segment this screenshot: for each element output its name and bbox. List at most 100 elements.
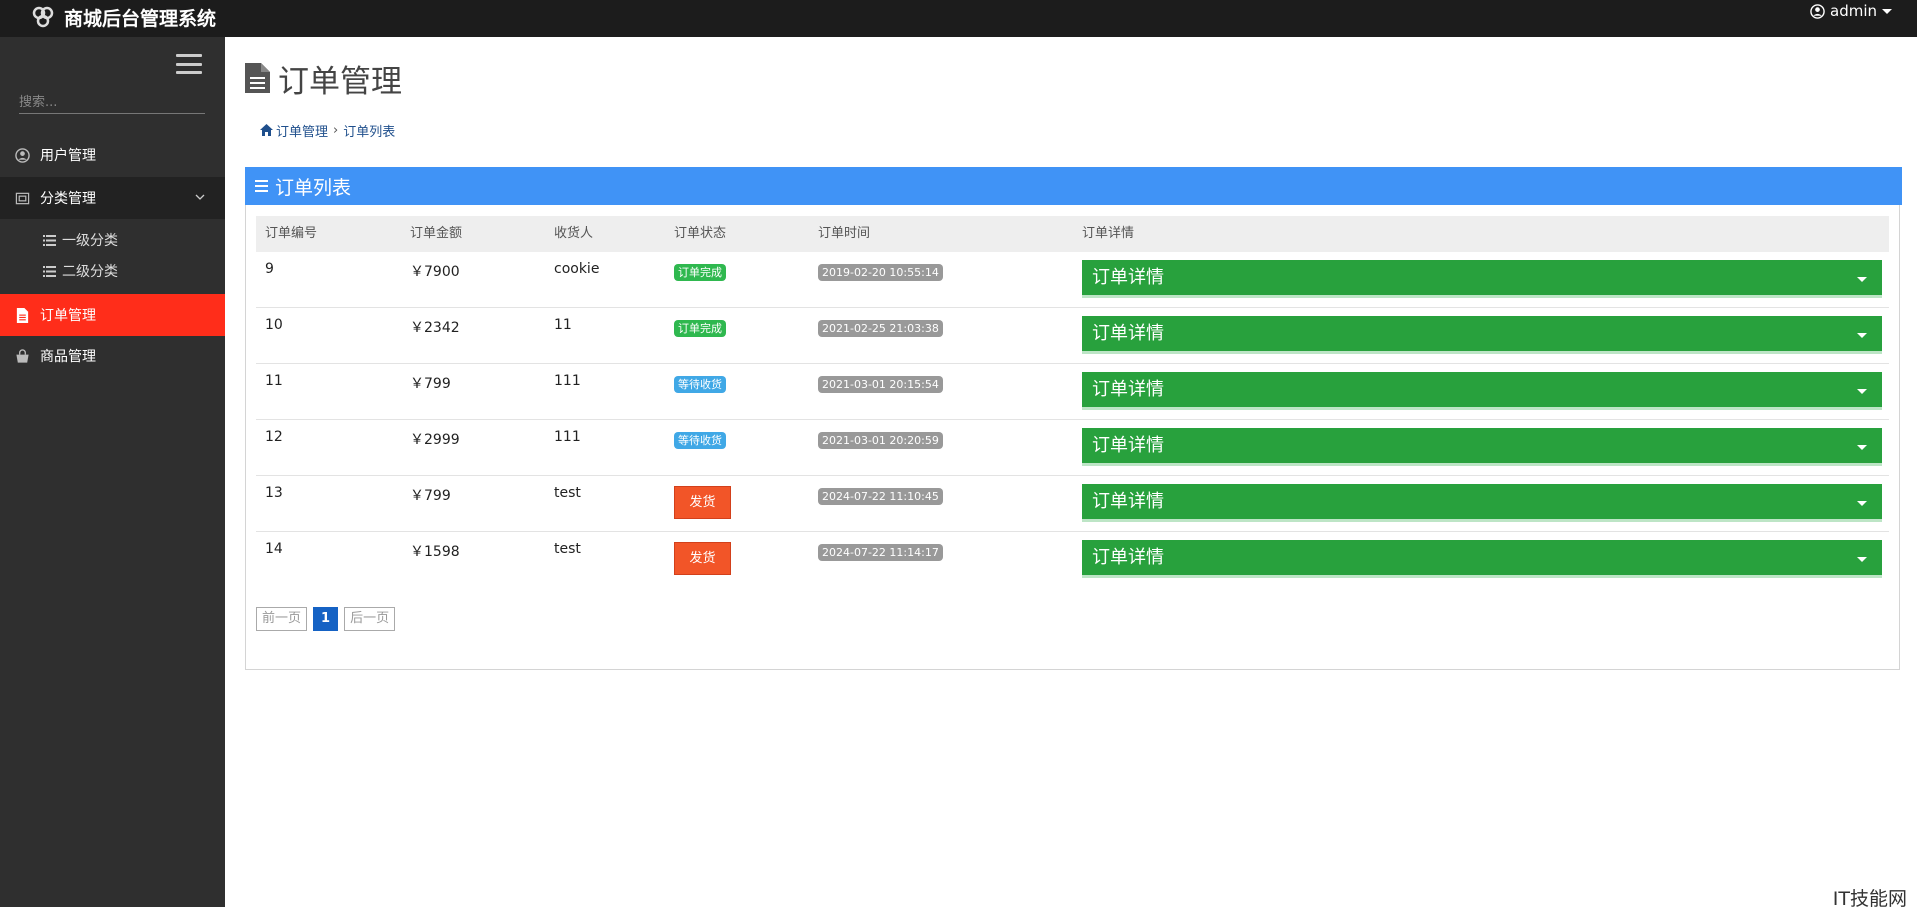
time-badge: 2024-07-22 11:10:45 — [818, 488, 943, 505]
sidebar-item-label: 商品管理 — [40, 349, 96, 365]
sidebar-subitem-level1[interactable]: 一级分类 — [43, 228, 118, 252]
next-page-button[interactable]: 后一页 — [344, 607, 396, 631]
column-header-time: 订单时间 — [818, 226, 871, 241]
time-badge: 2021-02-25 21:03:38 — [818, 320, 943, 337]
watermark: IT技能网 — [1832, 888, 1907, 907]
caret-down-icon — [1857, 277, 1867, 282]
page-1-button[interactable]: 1 — [313, 607, 339, 631]
prev-page-button[interactable]: 前一页 — [256, 607, 308, 631]
list-icon — [43, 265, 56, 277]
caret-down-icon — [1857, 501, 1867, 506]
order-detail-dropdown[interactable]: 订单详情 — [1082, 372, 1882, 410]
sidebar-item-goods[interactable]: 商品管理 — [0, 335, 225, 377]
order-id: 14 — [265, 541, 283, 557]
order-detail-dropdown[interactable]: 订单详情 — [1082, 428, 1882, 466]
table-row: 13 ￥799 test 发货 2024-07-22 11:10:45 订单详情 — [256, 476, 1889, 532]
order-id: 9 — [265, 261, 274, 277]
list-icon — [43, 234, 56, 246]
time-badge: 2021-03-01 20:20:59 — [818, 432, 943, 449]
sidebar-item-users[interactable]: 用户管理 — [0, 134, 225, 176]
ship-button[interactable]: 发货 — [674, 542, 731, 575]
order-id: 11 — [265, 373, 283, 389]
sidebar-subitem-label: 二级分类 — [62, 264, 118, 280]
breadcrumb-link-orders[interactable]: 订单管理 — [276, 121, 328, 140]
order-receiver: 11 — [554, 317, 572, 333]
status-badge: 等待收货 — [674, 376, 726, 393]
file-icon — [16, 307, 29, 323]
table-row: 14 ￥1598 test 发货 2024-07-22 11:14:17 订单详… — [256, 532, 1889, 588]
caret-down-icon — [1857, 557, 1867, 562]
sidebar-subitem-level2[interactable]: 二级分类 — [43, 259, 118, 283]
sidebar-item-label: 订单管理 — [40, 308, 96, 324]
order-list-panel: 订单列表 订单编号 订单金额 收货人 订单状态 订单时间 订单详情 9 ￥790… — [245, 167, 1902, 670]
bag-icon — [16, 348, 29, 363]
breadcrumb-separator-icon: › — [333, 122, 339, 138]
sidebar-item-label: 用户管理 — [40, 148, 96, 164]
order-amount: ￥2999 — [410, 432, 460, 448]
chevron-down-icon — [195, 194, 205, 200]
order-receiver: test — [554, 541, 581, 557]
table-row: 10 ￥2342 11 订单完成 2021-02-25 21:03:38 订单详… — [256, 308, 1889, 364]
order-amount: ￥7900 — [410, 264, 460, 280]
sidebar-subitem-label: 一级分类 — [62, 233, 118, 249]
user-circle-icon — [15, 147, 30, 163]
detail-label: 订单详情 — [1092, 491, 1164, 512]
caret-down-icon — [1857, 389, 1867, 394]
sidebar-item-orders[interactable]: 订单管理 — [0, 294, 225, 336]
column-header-receiver: 收货人 — [554, 226, 594, 241]
order-detail-dropdown[interactable]: 订单详情 — [1082, 484, 1882, 522]
pagination: 前一页 1 后一页 — [256, 607, 396, 631]
breadcrumb: 订单管理 › 订单列表 — [260, 120, 395, 140]
menu-toggle-icon[interactable] — [176, 54, 202, 74]
order-receiver: 111 — [554, 429, 581, 445]
table-row: 11 ￥799 111 等待收货 2021-03-01 20:15:54 订单详… — [256, 364, 1889, 420]
page-title: 订单管理 — [245, 58, 402, 100]
status-badge: 订单完成 — [674, 320, 726, 337]
detail-label: 订单详情 — [1092, 267, 1164, 288]
order-detail-dropdown[interactable]: 订单详情 — [1082, 540, 1882, 578]
table-row: 9 ￥7900 cookie 订单完成 2019-02-20 10:55:14 … — [256, 252, 1889, 308]
order-amount: ￥799 — [410, 488, 451, 504]
caret-down-icon — [1857, 333, 1867, 338]
order-receiver: test — [554, 485, 581, 501]
detail-label: 订单详情 — [1092, 323, 1164, 344]
page-title-text: 订单管理 — [278, 63, 402, 100]
status-badge: 订单完成 — [674, 264, 726, 281]
username: admin — [1830, 2, 1877, 20]
status-badge: 等待收货 — [674, 432, 726, 449]
category-icon — [15, 192, 30, 204]
order-detail-dropdown[interactable]: 订单详情 — [1082, 260, 1882, 298]
breadcrumb-current[interactable]: 订单列表 — [343, 121, 395, 140]
detail-label: 订单详情 — [1092, 435, 1164, 456]
panel-header: 订单列表 — [245, 167, 1902, 205]
time-badge: 2024-07-22 11:14:17 — [818, 544, 943, 561]
table-row: 12 ￥2999 111 等待收货 2021-03-01 20:20:59 订单… — [256, 420, 1889, 476]
list-icon — [255, 180, 268, 192]
table-header: 订单编号 订单金额 收货人 订单状态 订单时间 订单详情 — [256, 216, 1889, 252]
caret-down-icon — [1857, 445, 1867, 450]
column-header-id: 订单编号 — [265, 226, 318, 241]
brand-logo-icon — [32, 6, 54, 28]
file-icon — [245, 63, 270, 93]
search-input[interactable] — [19, 92, 205, 114]
order-receiver: 111 — [554, 373, 581, 389]
sidebar-item-label: 分类管理 — [40, 191, 96, 207]
sidebar: 用户管理 分类管理 一级分类 二级分类 — [0, 37, 225, 907]
order-id: 13 — [265, 485, 283, 501]
user-menu[interactable]: admin — [1810, 0, 1892, 22]
time-badge: 2019-02-20 10:55:14 — [818, 264, 943, 281]
ship-button[interactable]: 发货 — [674, 486, 731, 519]
order-detail-dropdown[interactable]: 订单详情 — [1082, 316, 1882, 354]
app-title: 商城后台管理系统 — [64, 7, 217, 30]
column-header-amount: 订单金额 — [410, 226, 463, 241]
column-header-status: 订单状态 — [674, 226, 727, 241]
top-bar: 商城后台管理系统 admin — [0, 0, 1917, 37]
order-amount: ￥2342 — [410, 320, 460, 336]
time-badge: 2021-03-01 20:15:54 — [818, 376, 943, 393]
order-id: 12 — [265, 429, 283, 445]
order-amount: ￥799 — [410, 376, 451, 392]
column-header-detail: 订单详情 — [1082, 226, 1135, 241]
brand[interactable]: 商城后台管理系统 — [30, 2, 216, 32]
sidebar-item-category[interactable]: 分类管理 — [0, 177, 225, 219]
order-receiver: cookie — [554, 261, 600, 277]
